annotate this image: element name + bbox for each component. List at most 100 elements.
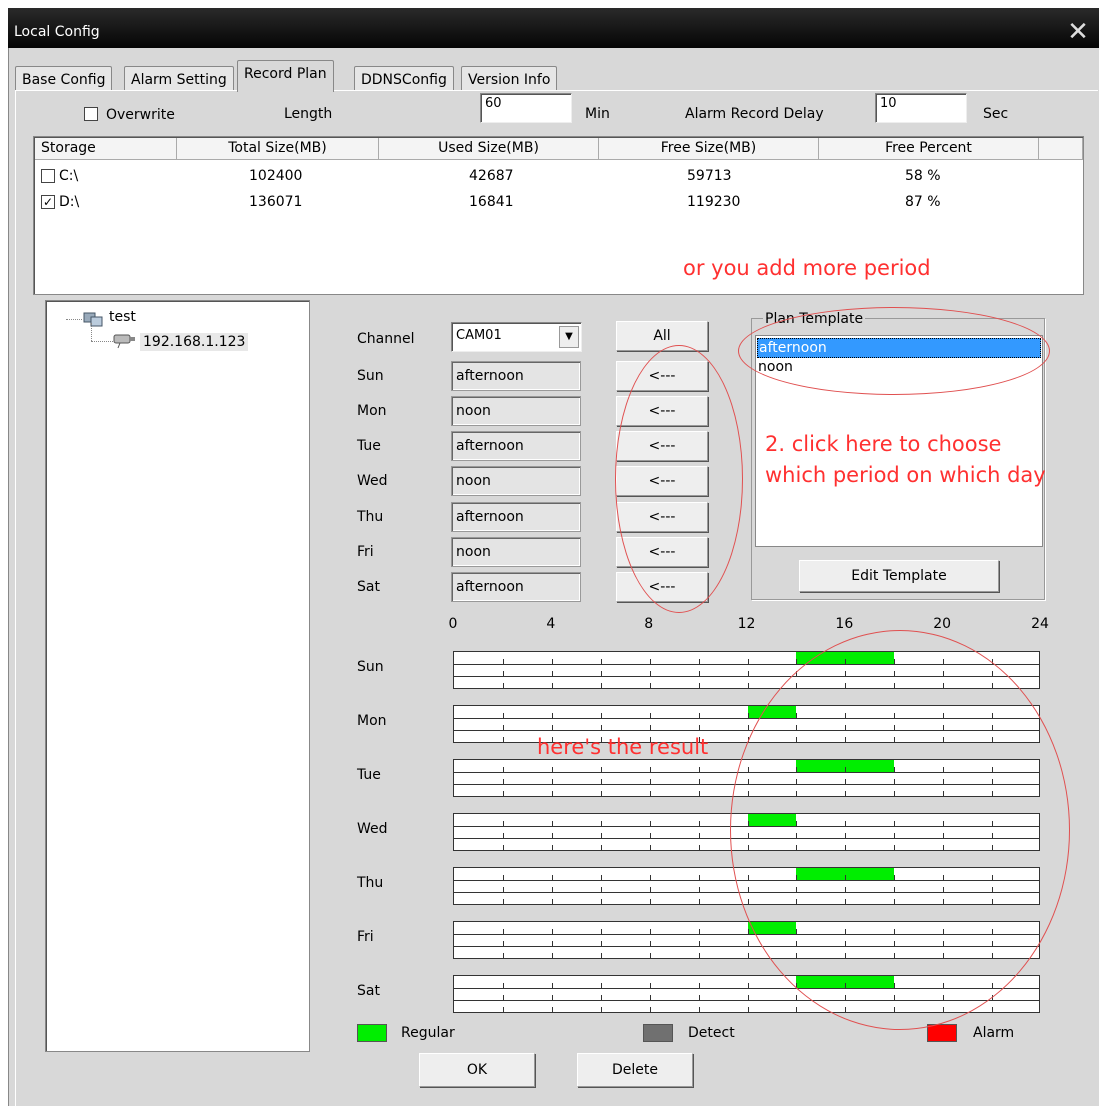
timeline-hour-tick xyxy=(698,899,700,904)
timeline-hour-tick xyxy=(747,953,749,958)
timeline-hour-tick xyxy=(502,659,504,664)
timeline-hour-tick xyxy=(551,953,553,958)
timeline-hour-tick xyxy=(600,725,602,730)
timeline-hour-tick xyxy=(502,671,504,676)
device-tree[interactable]: test 192.168.1.123 xyxy=(45,300,310,1052)
overwrite-checkbox[interactable] xyxy=(84,107,98,121)
length-label: Length xyxy=(284,106,333,122)
close-icon[interactable]: ✕ xyxy=(1065,19,1091,46)
day-plan-field-fri: noon xyxy=(451,537,581,567)
timeline-hour-tick xyxy=(747,725,749,730)
timeline-hour-tick xyxy=(551,725,553,730)
legend-detect-label: Detect xyxy=(688,1025,735,1041)
ok-button[interactable]: OK xyxy=(419,1053,535,1087)
chevron-down-icon[interactable]: ▼ xyxy=(559,326,579,348)
day-plan-field-sun: afternoon xyxy=(451,361,581,391)
timeline-hour-tick xyxy=(502,791,504,796)
column-header-used[interactable]: Used Size(MB) xyxy=(379,138,599,160)
timeline-hour-tick xyxy=(698,887,700,892)
day-plan-field-sat: afternoon xyxy=(451,572,581,602)
legend-regular-swatch xyxy=(357,1024,387,1042)
drive-name: C:\ xyxy=(59,168,79,184)
timeline-hour-tick xyxy=(502,713,504,718)
timeline-hour-tick xyxy=(502,821,504,826)
timeline-hour-tick xyxy=(600,929,602,934)
column-header-percent[interactable]: Free Percent xyxy=(819,138,1039,160)
column-header-total[interactable]: Total Size(MB) xyxy=(177,138,379,160)
free-percent: 87 % xyxy=(905,194,941,210)
timeline-hour-tick xyxy=(649,875,651,880)
timeline-hour-tick xyxy=(502,779,504,784)
free-percent: 58 % xyxy=(905,168,941,184)
tab-record-plan[interactable]: Record Plan xyxy=(237,60,334,92)
legend-detect-swatch xyxy=(643,1024,673,1042)
timeline-day-label: Mon xyxy=(357,713,387,729)
legend-alarm-label: Alarm xyxy=(973,1025,1015,1041)
timeline-hour-tick xyxy=(747,1007,749,1012)
tab-alarm-setting[interactable]: Alarm Setting xyxy=(124,66,234,90)
tab-base-config[interactable]: Base Config xyxy=(15,66,113,90)
timeline-hour-tick xyxy=(698,725,700,730)
column-header-storage[interactable]: Storage xyxy=(35,138,177,160)
timeline-hour-tick xyxy=(698,767,700,772)
length-input[interactable]: 60 xyxy=(480,93,572,123)
tree-root-label[interactable]: test xyxy=(109,309,136,325)
timeline-hour-tick xyxy=(551,791,553,796)
timeline-hour-tick xyxy=(551,767,553,772)
legend-alarm-swatch xyxy=(927,1024,957,1042)
timeline-tick-label: 0 xyxy=(448,616,458,632)
tab-ddns-config[interactable]: DDNSConfig xyxy=(354,66,454,90)
timeline-hour-tick xyxy=(551,941,553,946)
timeline-hour-tick xyxy=(698,671,700,676)
timeline-hour-tick xyxy=(796,1007,798,1012)
used-size: 16841 xyxy=(469,194,514,210)
timeline-hour-tick xyxy=(600,767,602,772)
timeline-hour-tick xyxy=(649,995,651,1000)
timeline-hour-tick xyxy=(551,1007,553,1012)
timeline-hour-tick xyxy=(551,929,553,934)
column-header-free[interactable]: Free Size(MB) xyxy=(599,138,819,160)
tree-camera-label[interactable]: 192.168.1.123 xyxy=(140,333,249,351)
day-label-tue: Tue xyxy=(357,438,381,454)
day-label-sat: Sat xyxy=(357,579,380,595)
timeline-hour-tick xyxy=(649,929,651,934)
timeline-hour-tick xyxy=(600,659,602,664)
timeline-hour-tick xyxy=(747,659,749,664)
used-size: 42687 xyxy=(469,168,514,184)
timeline-day-label: Sun xyxy=(357,659,384,675)
timeline-hour-tick xyxy=(747,929,749,934)
timeline-hour-tick xyxy=(502,737,504,742)
timeline-day-label: Fri xyxy=(357,929,374,945)
timeline-hour-tick xyxy=(992,1007,994,1012)
timeline-hour-tick xyxy=(698,1007,700,1012)
timeline-hour-tick xyxy=(649,899,651,904)
all-button[interactable]: All xyxy=(616,321,708,351)
alarm-delay-input[interactable]: 10 xyxy=(875,93,967,123)
timeline-hour-tick xyxy=(698,791,700,796)
channel-select[interactable]: CAM01 ▼ xyxy=(451,322,582,352)
timeline-hour-tick xyxy=(747,671,749,676)
timeline-hour-tick xyxy=(502,767,504,772)
timeline-hour-tick xyxy=(600,845,602,850)
drive-d-checkbox[interactable]: ✓ xyxy=(41,195,55,209)
timeline-hour-tick xyxy=(551,887,553,892)
timeline-hour-tick xyxy=(698,779,700,784)
timeline-tick-label: 16 xyxy=(835,616,854,632)
timeline-hour-tick xyxy=(698,683,700,688)
tab-version-info[interactable]: Version Info xyxy=(461,66,558,90)
timeline-hour-tick xyxy=(649,791,651,796)
edit-template-button[interactable]: Edit Template xyxy=(799,560,999,592)
timeline-hour-tick xyxy=(502,953,504,958)
timeline-hour-tick xyxy=(649,821,651,826)
annotation-result: here's the result xyxy=(537,735,709,759)
day-plan-field-mon: noon xyxy=(451,396,581,426)
timeline-hour-tick xyxy=(502,995,504,1000)
timeline-hour-tick xyxy=(747,983,749,988)
total-size: 102400 xyxy=(249,168,303,184)
timeline-hour-tick xyxy=(649,953,651,958)
drive-c-checkbox[interactable] xyxy=(41,169,55,183)
timeline-hour-tick xyxy=(649,713,651,718)
timeline-hour-tick xyxy=(551,713,553,718)
timeline-hour-tick xyxy=(551,779,553,784)
delete-button[interactable]: Delete xyxy=(577,1053,693,1087)
